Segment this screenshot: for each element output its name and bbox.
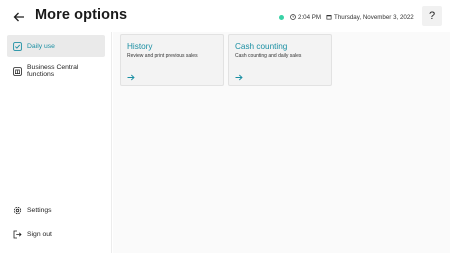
sidebar-item-sign-out[interactable]: Sign out <box>7 227 105 241</box>
connection-status-dot <box>279 14 284 20</box>
bank-icon <box>13 66 22 76</box>
status-bar: 2:04 PM Thursday, November 3, 2022 <box>279 12 414 22</box>
arrow-right-icon <box>235 72 245 82</box>
sidebar-item-daily-use[interactable]: Daily use <box>7 35 105 57</box>
card-description: Cash counting and daily sales <box>235 53 302 59</box>
sidebar-item-label: Daily use <box>27 42 55 50</box>
help-button[interactable]: ? <box>422 6 442 26</box>
sidebar-item-settings[interactable]: Settings <box>7 203 105 217</box>
cash-counting-card[interactable]: Cash counting Cash counting and daily sa… <box>228 34 332 86</box>
clock-time: 2:04 PM <box>298 13 322 21</box>
card-title: Cash counting <box>235 42 288 51</box>
check-square-icon <box>13 41 22 51</box>
sign-out-icon <box>13 230 22 239</box>
sidebar-item-label: Sign out <box>27 230 52 238</box>
sidebar-item-label: Settings <box>27 206 52 214</box>
sidebar-item-label: Business Central functions <box>27 63 79 79</box>
card-description: Review and print previous sales <box>127 53 198 59</box>
top-bar: More options 2:04 PM Thursday, November … <box>0 0 450 32</box>
page-title: More options <box>35 7 128 23</box>
clock-icon <box>290 14 296 20</box>
card-title: History <box>127 42 153 51</box>
arrow-left-icon <box>13 12 24 22</box>
arrow-right-icon <box>127 72 137 82</box>
gear-icon <box>13 206 22 215</box>
sidebar-item-business-central[interactable]: Business Central functions <box>7 62 105 80</box>
calendar-icon <box>326 14 332 20</box>
sidebar: Daily use Business Central functions Set… <box>0 32 112 253</box>
current-date: Thursday, November 3, 2022 <box>334 13 414 21</box>
main-content: History Review and print previous sales … <box>113 32 450 253</box>
back-button[interactable] <box>11 9 27 25</box>
history-card[interactable]: History Review and print previous sales <box>120 34 224 86</box>
